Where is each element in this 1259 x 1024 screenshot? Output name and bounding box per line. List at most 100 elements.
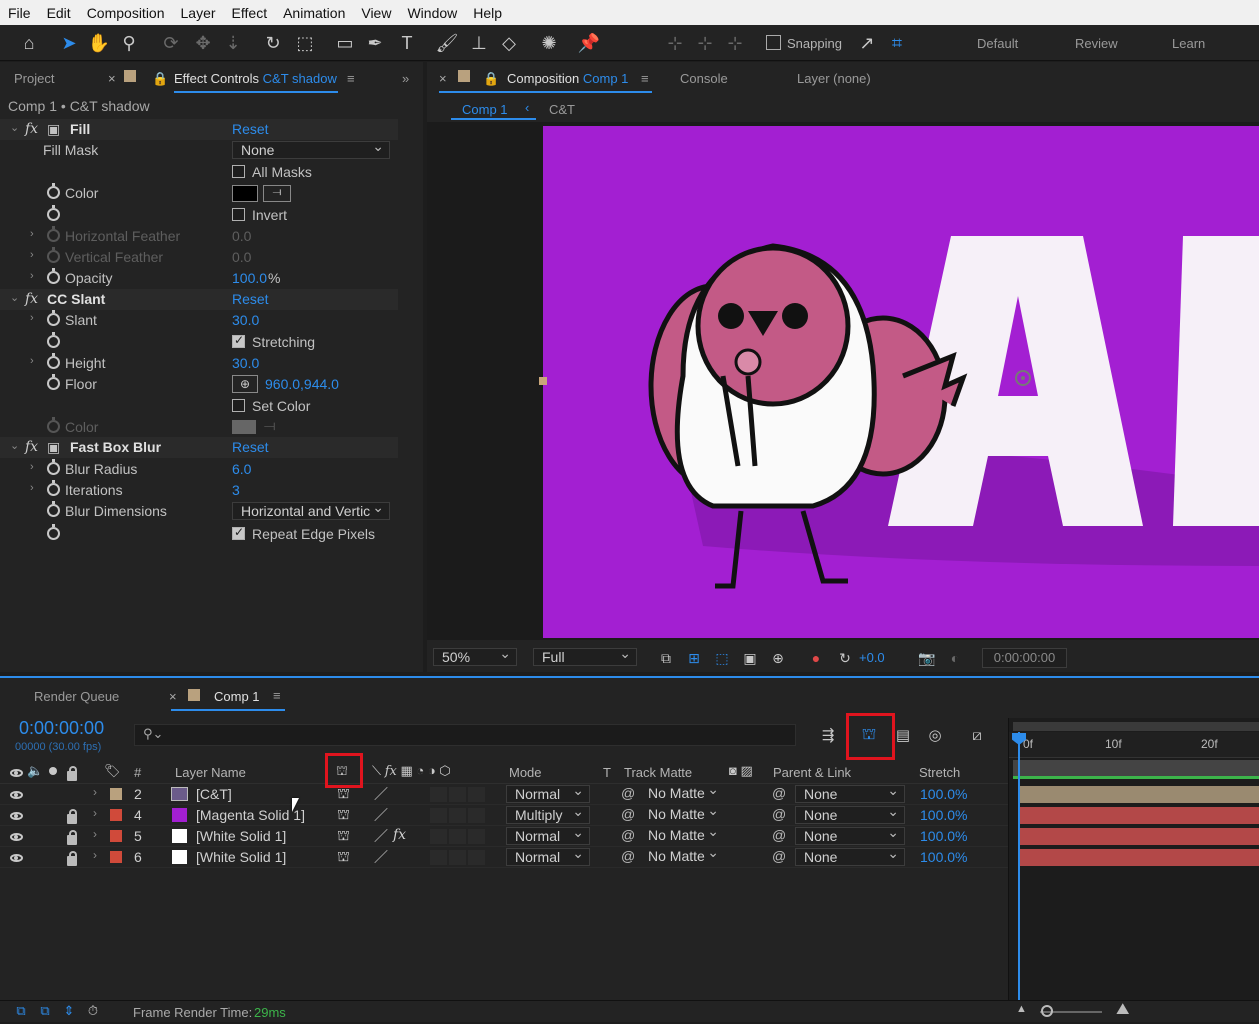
fill-color-swatch[interactable]	[232, 185, 258, 202]
parent-dropdown[interactable]: None	[795, 827, 905, 845]
lock-icon[interactable]	[67, 851, 77, 866]
switch-cell[interactable]	[449, 850, 466, 865]
chevron-right-icon[interactable]: ›	[93, 827, 97, 841]
layer-bar-magenta[interactable]	[1018, 807, 1259, 824]
all-masks-checkbox[interactable]	[232, 165, 245, 178]
stretch-value[interactable]: 100.0%	[920, 807, 967, 823]
eyedropper-icon[interactable]: ⟞	[263, 185, 291, 202]
label-color-swatch[interactable]	[110, 851, 122, 863]
clone-stamp-tool-icon[interactable]: ⊥	[466, 30, 492, 56]
fx-switch-icon[interactable]: fx	[393, 827, 406, 843]
stopwatch-icon[interactable]	[47, 226, 60, 242]
stopwatch-icon[interactable]	[47, 524, 60, 540]
chevron-left-icon[interactable]: ‹	[525, 100, 529, 115]
zoom-in-icon[interactable]: ⛰	[1116, 1001, 1129, 1019]
floor-value[interactable]: 960.0,944.0	[265, 376, 339, 392]
stopwatch-icon[interactable]	[47, 310, 60, 326]
toggle-switches-icon[interactable]: ⧉	[8, 998, 34, 1024]
track-matte-dropdown[interactable]: No Matte	[640, 806, 724, 824]
zoom-slider-thumb[interactable]	[1041, 1005, 1053, 1017]
motion-blur-icon[interactable]: ◎	[922, 722, 948, 748]
stretch-value[interactable]: 100.0%	[920, 849, 967, 865]
snap-features-icon[interactable]: ⌗	[884, 30, 910, 56]
mode-dropdown[interactable]: Normal	[506, 785, 590, 803]
panel-menu-icon[interactable]: ≡	[347, 71, 355, 86]
shy-switch-icon[interactable]: ⛫	[337, 827, 350, 846]
label-tag-icon[interactable]: 🏷	[104, 763, 121, 779]
switch-cell[interactable]	[430, 808, 447, 823]
stopwatch-icon[interactable]	[47, 268, 60, 284]
pen-tool-icon[interactable]: ✒	[362, 30, 388, 56]
chevron-right-icon[interactable]: ›	[30, 312, 34, 324]
layer-bar-white-5[interactable]	[1018, 828, 1259, 845]
switch-cell[interactable]	[468, 829, 485, 844]
comp-canvas[interactable]	[543, 126, 1259, 638]
quality-switch-icon[interactable]: ／	[374, 784, 388, 804]
panel-menu-icon[interactable]: ≡	[641, 71, 649, 86]
chevron-right-icon[interactable]: ›	[30, 270, 34, 282]
pan-behind-tool-icon[interactable]: ⬚	[292, 30, 318, 56]
eraser-tool-icon[interactable]: ◇	[496, 30, 522, 56]
toggle-render-time-icon[interactable]: ⏱	[80, 998, 106, 1024]
chevron-right-icon[interactable]: ›	[30, 461, 34, 473]
chevron-down-icon[interactable]: ⌄	[10, 121, 19, 134]
resolution-dropdown[interactable]: Full	[533, 648, 637, 666]
quality-switch-icon[interactable]: ／	[374, 826, 388, 846]
mode-dropdown[interactable]: Multiply	[506, 806, 590, 824]
switch-cell[interactable]	[430, 850, 447, 865]
type-tool-icon[interactable]: T	[394, 30, 420, 56]
fx-icon[interactable]: fx	[25, 291, 38, 307]
graph-editor-icon[interactable]: ⧄	[964, 722, 990, 748]
close-icon[interactable]: ×	[108, 71, 116, 86]
chevron-right-icon[interactable]: ›	[30, 228, 34, 240]
menu-layer[interactable]: Layer	[173, 5, 224, 21]
current-time[interactable]: 0:00:00:00	[19, 718, 104, 739]
mode-dropdown[interactable]: Normal	[506, 848, 590, 866]
menu-edit[interactable]: Edit	[39, 5, 79, 21]
workspace-default[interactable]: Default	[977, 36, 1018, 51]
eye-icon[interactable]	[10, 812, 23, 820]
rectangle-tool-icon[interactable]: ▭	[332, 30, 358, 56]
orbit-camera-icon[interactable]: ⟳	[158, 30, 184, 56]
reset-link[interactable]: Reset	[232, 121, 269, 137]
tab-project[interactable]: Project	[14, 71, 54, 86]
effect-fast-box-blur-header[interactable]: ⌄ fx ▣ Fast Box Blur Reset	[0, 437, 398, 458]
fill-mask-dropdown[interactable]: None	[232, 141, 390, 159]
shy-switch-icon[interactable]: ⛫	[337, 806, 350, 825]
label-color-swatch[interactable]	[110, 788, 122, 800]
iterations-value[interactable]: 3	[232, 482, 240, 498]
mask-path-icon[interactable]: ⬚	[709, 645, 735, 671]
parent-dropdown[interactable]: None	[795, 848, 905, 866]
zoom-tool-icon[interactable]: ⚲	[116, 30, 142, 56]
frame-blending-icon[interactable]: ▤	[890, 722, 916, 748]
pickwhip-icon[interactable]: @	[621, 806, 635, 822]
fx-icon[interactable]: fx	[25, 121, 38, 137]
search-input[interactable]: ⚲⌄	[134, 724, 796, 746]
switch-cell[interactable]	[468, 850, 485, 865]
col-mode[interactable]: Mode	[509, 765, 542, 780]
pickwhip-icon[interactable]: @	[621, 827, 635, 843]
chevron-right-icon[interactable]: ›	[30, 482, 34, 494]
chevron-down-icon[interactable]: ⌄	[10, 291, 19, 304]
layer-bar-white-6[interactable]	[1018, 849, 1259, 866]
blur-dimensions-dropdown[interactable]: Horizontal and Vertic	[232, 502, 390, 520]
menu-file[interactable]: File	[0, 5, 39, 21]
exposure-value[interactable]: +0.0	[859, 650, 885, 665]
stretching-checkbox[interactable]	[232, 333, 245, 348]
tab-effect-controls[interactable]: Effect Controls	[174, 71, 259, 86]
effect-fill-header[interactable]: ⌄ fx ▣ Fill Reset	[0, 119, 398, 140]
brush-tool-icon[interactable]: 🖌	[434, 30, 460, 56]
stretch-value[interactable]: 100.0%	[920, 786, 967, 802]
lock-icon[interactable]	[67, 766, 77, 781]
sub-tab-ct[interactable]: C&T	[549, 102, 575, 117]
parent-dropdown[interactable]: None	[795, 806, 905, 824]
stopwatch-icon[interactable]	[47, 417, 60, 433]
parent-dropdown[interactable]: None	[795, 785, 905, 803]
chevron-right-icon[interactable]: ›	[30, 249, 34, 261]
menu-help[interactable]: Help	[465, 5, 510, 21]
col-t[interactable]: T	[603, 765, 611, 780]
crosshair-icon[interactable]: ⊕	[232, 375, 258, 393]
repeat-edge-checkbox[interactable]	[232, 525, 245, 540]
switch-cell[interactable]	[449, 829, 466, 844]
layer-name[interactable]: [White Solid 1]	[196, 849, 286, 865]
